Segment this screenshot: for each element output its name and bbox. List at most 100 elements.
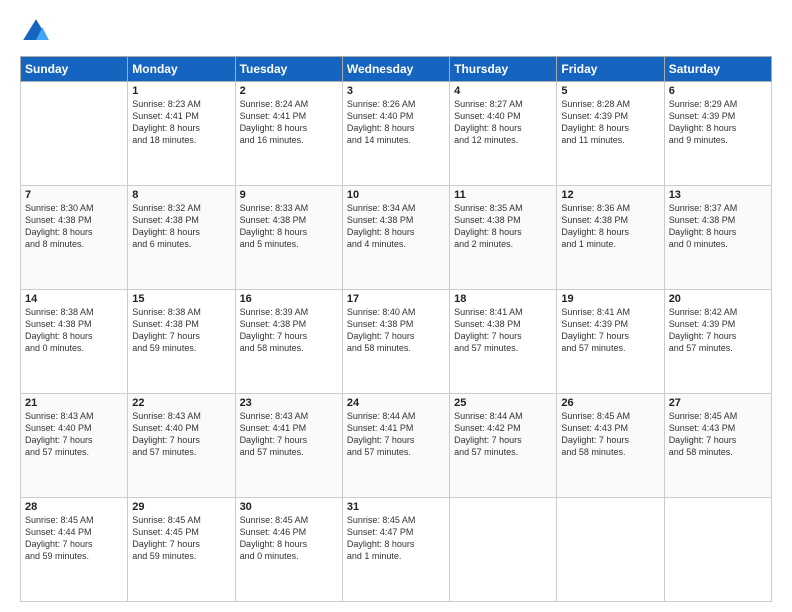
calendar-cell: 30Sunrise: 8:45 AM Sunset: 4:46 PM Dayli… (235, 498, 342, 602)
cell-info: Sunrise: 8:41 AM Sunset: 4:39 PM Dayligh… (561, 306, 659, 355)
header (20, 16, 772, 48)
cell-info: Sunrise: 8:44 AM Sunset: 4:42 PM Dayligh… (454, 410, 552, 459)
calendar-cell: 29Sunrise: 8:45 AM Sunset: 4:45 PM Dayli… (128, 498, 235, 602)
logo-icon (20, 16, 52, 48)
cell-info: Sunrise: 8:45 AM Sunset: 4:43 PM Dayligh… (669, 410, 767, 459)
calendar-cell: 1Sunrise: 8:23 AM Sunset: 4:41 PM Daylig… (128, 82, 235, 186)
calendar-table: SundayMondayTuesdayWednesdayThursdayFrid… (20, 56, 772, 602)
calendar-cell: 17Sunrise: 8:40 AM Sunset: 4:38 PM Dayli… (342, 290, 449, 394)
day-number: 23 (240, 397, 338, 409)
calendar-cell: 27Sunrise: 8:45 AM Sunset: 4:43 PM Dayli… (664, 394, 771, 498)
cell-info: Sunrise: 8:27 AM Sunset: 4:40 PM Dayligh… (454, 98, 552, 147)
day-number: 28 (25, 501, 123, 513)
cell-info: Sunrise: 8:45 AM Sunset: 4:46 PM Dayligh… (240, 514, 338, 563)
cell-info: Sunrise: 8:33 AM Sunset: 4:38 PM Dayligh… (240, 202, 338, 251)
cell-info: Sunrise: 8:29 AM Sunset: 4:39 PM Dayligh… (669, 98, 767, 147)
day-number: 9 (240, 189, 338, 201)
calendar-cell: 22Sunrise: 8:43 AM Sunset: 4:40 PM Dayli… (128, 394, 235, 498)
day-number: 6 (669, 85, 767, 97)
calendar-week-1: 1Sunrise: 8:23 AM Sunset: 4:41 PM Daylig… (21, 82, 772, 186)
weekday-header-wednesday: Wednesday (342, 57, 449, 82)
cell-info: Sunrise: 8:36 AM Sunset: 4:38 PM Dayligh… (561, 202, 659, 251)
cell-info: Sunrise: 8:41 AM Sunset: 4:38 PM Dayligh… (454, 306, 552, 355)
cell-info: Sunrise: 8:45 AM Sunset: 4:47 PM Dayligh… (347, 514, 445, 563)
calendar-cell: 7Sunrise: 8:30 AM Sunset: 4:38 PM Daylig… (21, 186, 128, 290)
calendar-cell: 18Sunrise: 8:41 AM Sunset: 4:38 PM Dayli… (450, 290, 557, 394)
day-number: 30 (240, 501, 338, 513)
day-number: 26 (561, 397, 659, 409)
calendar-cell: 16Sunrise: 8:39 AM Sunset: 4:38 PM Dayli… (235, 290, 342, 394)
calendar-cell: 8Sunrise: 8:32 AM Sunset: 4:38 PM Daylig… (128, 186, 235, 290)
weekday-header-saturday: Saturday (664, 57, 771, 82)
calendar-cell: 15Sunrise: 8:38 AM Sunset: 4:38 PM Dayli… (128, 290, 235, 394)
calendar-week-5: 28Sunrise: 8:45 AM Sunset: 4:44 PM Dayli… (21, 498, 772, 602)
calendar-week-3: 14 Sunrise: 8:38 AM Sunset: 4:38 PM Dayli… (21, 290, 772, 394)
cell-info: Sunrise: 8:30 AM Sunset: 4:38 PM Dayligh… (25, 202, 123, 251)
calendar-cell: 4Sunrise: 8:27 AM Sunset: 4:40 PM Daylig… (450, 82, 557, 186)
calendar-cell: 21Sunrise: 8:43 AM Sunset: 4:40 PM Dayli… (21, 394, 128, 498)
calendar-cell: 14Sunrise: 8:38 AM Sunset: 4:38 PM Dayli… (21, 290, 128, 394)
cell-info: Sunrise: 8:34 AM Sunset: 4:38 PM Dayligh… (347, 202, 445, 251)
day-number: 17 (347, 293, 445, 305)
cell-info: Sunrise: 8:43 AM Sunset: 4:41 PM Dayligh… (240, 410, 338, 459)
calendar-cell (21, 82, 128, 186)
day-number: 11 (454, 189, 552, 201)
day-number: 21 (25, 397, 123, 409)
day-number: 31 (347, 501, 445, 513)
cell-info: Sunrise: 8:45 AM Sunset: 4:45 PM Dayligh… (132, 514, 230, 563)
day-number: 15 (132, 293, 230, 305)
calendar-cell: 24Sunrise: 8:44 AM Sunset: 4:41 PM Dayli… (342, 394, 449, 498)
cell-info: Sunrise: 8:26 AM Sunset: 4:40 PM Dayligh… (347, 98, 445, 147)
day-number: 4 (454, 85, 552, 97)
day-number: 29 (132, 501, 230, 513)
cell-info: Sunrise: 8:43 AM Sunset: 4:40 PM Dayligh… (25, 410, 123, 459)
day-number: 19 (561, 293, 659, 305)
day-number: 27 (669, 397, 767, 409)
calendar-cell: 12Sunrise: 8:36 AM Sunset: 4:38 PM Dayli… (557, 186, 664, 290)
calendar-week-4: 21Sunrise: 8:43 AM Sunset: 4:40 PM Dayli… (21, 394, 772, 498)
day-number: 24 (347, 397, 445, 409)
calendar-cell: 20Sunrise: 8:42 AM Sunset: 4:39 PM Dayli… (664, 290, 771, 394)
cell-info: Sunrise: 8:45 AM Sunset: 4:44 PM Dayligh… (25, 514, 123, 563)
calendar-cell: 9Sunrise: 8:33 AM Sunset: 4:38 PM Daylig… (235, 186, 342, 290)
day-number: 12 (561, 189, 659, 201)
calendar-cell: 26Sunrise: 8:45 AM Sunset: 4:43 PM Dayli… (557, 394, 664, 498)
weekday-header-thursday: Thursday (450, 57, 557, 82)
page: SundayMondayTuesdayWednesdayThursdayFrid… (0, 0, 792, 612)
logo (20, 16, 56, 48)
weekday-header-friday: Friday (557, 57, 664, 82)
calendar-cell: 10Sunrise: 8:34 AM Sunset: 4:38 PM Dayli… (342, 186, 449, 290)
calendar-cell (557, 498, 664, 602)
day-number: 7 (25, 189, 123, 201)
calendar-cell (450, 498, 557, 602)
cell-info: Sunrise: 8:23 AM Sunset: 4:41 PM Dayligh… (132, 98, 230, 147)
day-number: 16 (240, 293, 338, 305)
calendar-cell: 23Sunrise: 8:43 AM Sunset: 4:41 PM Dayli… (235, 394, 342, 498)
calendar-cell (664, 498, 771, 602)
cell-info: Sunrise: 8:44 AM Sunset: 4:41 PM Dayligh… (347, 410, 445, 459)
weekday-header-monday: Monday (128, 57, 235, 82)
day-number: 1 (132, 85, 230, 97)
day-number: 14 (25, 293, 123, 305)
calendar-cell: 11Sunrise: 8:35 AM Sunset: 4:38 PM Dayli… (450, 186, 557, 290)
calendar-week-2: 7Sunrise: 8:30 AM Sunset: 4:38 PM Daylig… (21, 186, 772, 290)
weekday-header-sunday: Sunday (21, 57, 128, 82)
cell-info: Sunrise: 8:37 AM Sunset: 4:38 PM Dayligh… (669, 202, 767, 251)
cell-info: Sunrise: 8:42 AM Sunset: 4:39 PM Dayligh… (669, 306, 767, 355)
cell-info: Sunrise: 8:28 AM Sunset: 4:39 PM Dayligh… (561, 98, 659, 147)
calendar-cell: 3Sunrise: 8:26 AM Sunset: 4:40 PM Daylig… (342, 82, 449, 186)
cell-info: Sunrise: 8:35 AM Sunset: 4:38 PM Dayligh… (454, 202, 552, 251)
cell-info: Sunrise: 8:38 AM Sunset: 4:38 PM Dayligh… (132, 306, 230, 355)
day-number: 22 (132, 397, 230, 409)
calendar-cell: 31Sunrise: 8:45 AM Sunset: 4:47 PM Dayli… (342, 498, 449, 602)
day-number: 20 (669, 293, 767, 305)
calendar-cell: 25Sunrise: 8:44 AM Sunset: 4:42 PM Dayli… (450, 394, 557, 498)
calendar-cell: 6Sunrise: 8:29 AM Sunset: 4:39 PM Daylig… (664, 82, 771, 186)
cell-info: Sunrise: 8:45 AM Sunset: 4:43 PM Dayligh… (561, 410, 659, 459)
calendar-cell: 13Sunrise: 8:37 AM Sunset: 4:38 PM Dayli… (664, 186, 771, 290)
cell-info: Sunrise: 8:32 AM Sunset: 4:38 PM Dayligh… (132, 202, 230, 251)
day-number: 10 (347, 189, 445, 201)
cell-info: Sunrise: 8:24 AM Sunset: 4:41 PM Dayligh… (240, 98, 338, 147)
calendar-cell: 2Sunrise: 8:24 AM Sunset: 4:41 PM Daylig… (235, 82, 342, 186)
day-number: 5 (561, 85, 659, 97)
